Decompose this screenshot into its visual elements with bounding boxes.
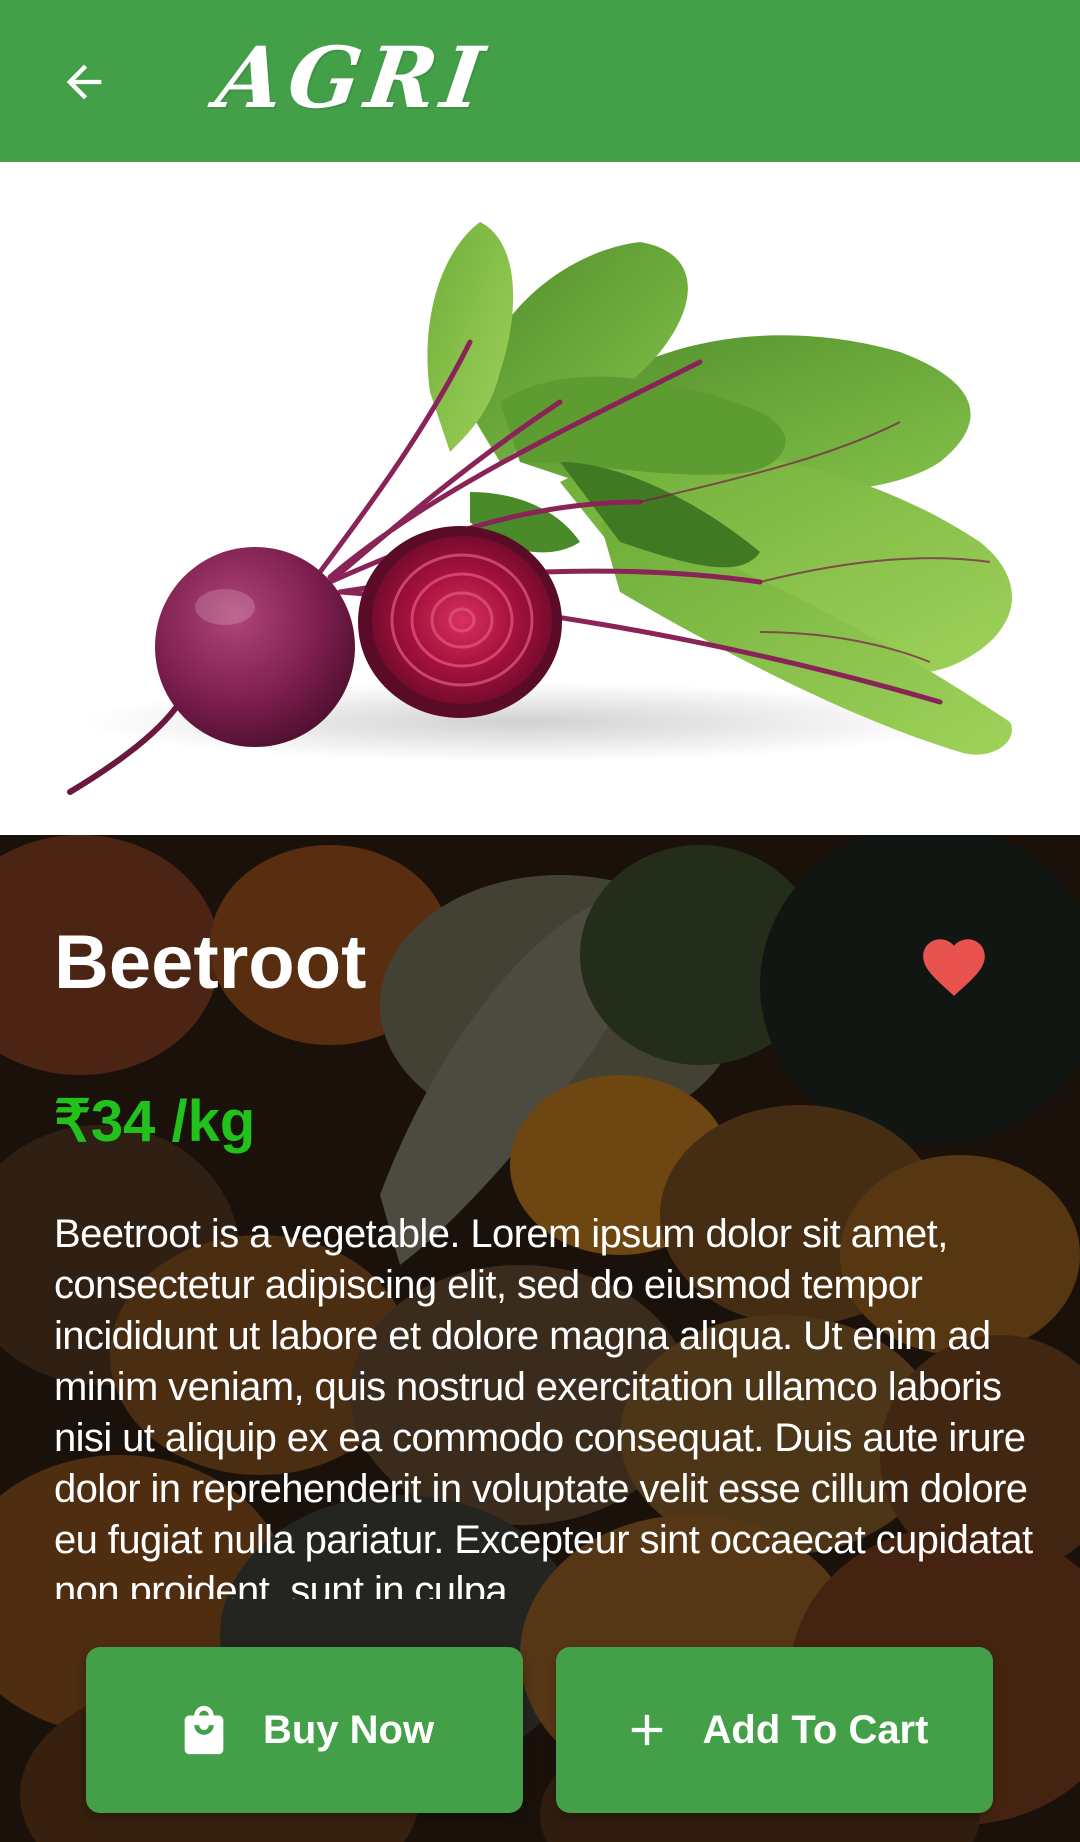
favorite-button[interactable] bbox=[914, 927, 994, 1007]
back-button[interactable] bbox=[48, 46, 120, 118]
buy-now-label: Buy Now bbox=[262, 1707, 435, 1752]
add-to-cart-button[interactable]: Add To Cart bbox=[556, 1647, 993, 1813]
product-price: ₹34 /kg bbox=[54, 1089, 256, 1154]
product-details: Beetroot ₹34 /kg Beetroot is a vegetable… bbox=[0, 835, 1080, 1842]
app-logo: AGRI bbox=[211, 22, 495, 132]
add-to-cart-label: Add To Cart bbox=[702, 1707, 929, 1752]
logo-text: AGRI bbox=[211, 27, 495, 127]
product-image bbox=[0, 162, 1080, 835]
product-description: Beetroot is a vegetable. Lorem ipsum dol… bbox=[54, 1212, 1033, 1599]
shopping-bag-icon bbox=[175, 1700, 233, 1760]
beetroot-illustration bbox=[67, 222, 1013, 795]
app-bar: AGRI bbox=[0, 0, 1080, 162]
product-title: Beetroot bbox=[54, 920, 367, 1005]
buy-now-button[interactable]: Buy Now bbox=[86, 1647, 523, 1813]
arrow-left-icon bbox=[66, 64, 102, 100]
plus-icon bbox=[621, 1704, 673, 1756]
heart-icon bbox=[923, 939, 985, 996]
